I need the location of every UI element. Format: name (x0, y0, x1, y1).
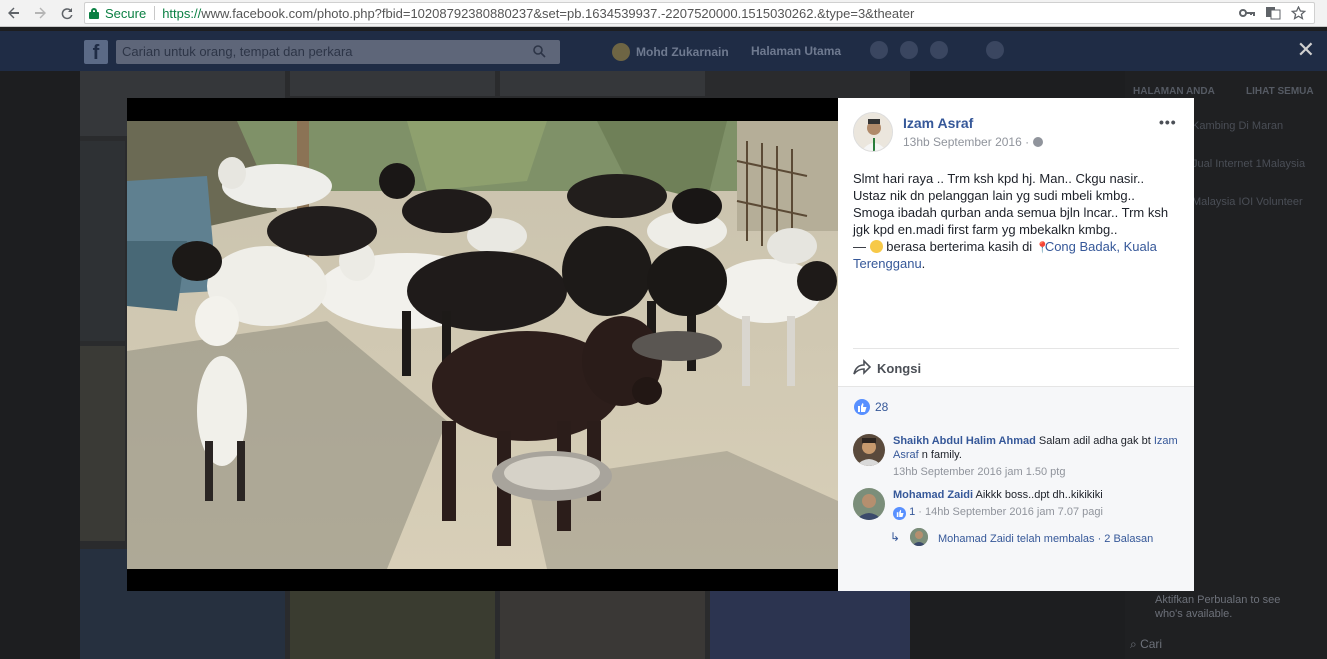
avatar (910, 528, 928, 546)
chat-offline-notice: Aktifkan Perbualan to see who's availabl… (1155, 594, 1281, 620)
commenter-name[interactable]: Shaikh Abdul Halim Ahmad (893, 435, 1036, 447)
goats-photo[interactable] (127, 121, 838, 569)
location-pin-icon: 📍 (1035, 242, 1050, 254)
secure-label: Secure (105, 5, 147, 21)
comment-meta: 1 · 14hb September 2016 jam 7.07 pagi (893, 505, 1178, 520)
author-avatar[interactable] (853, 112, 893, 152)
lock-icon (89, 7, 99, 19)
url-text: https://www.facebook.com/photo.php?fbid=… (162, 5, 915, 21)
like-icon (893, 506, 906, 520)
address-bar[interactable]: Secure https://www.facebook.com/photo.ph… (84, 2, 1315, 24)
search-icon: ⌕ (1130, 637, 1137, 651)
see-all-link[interactable]: LIHAT SEMUA (1246, 86, 1314, 97)
home-link[interactable]: Halaman Utama (751, 44, 841, 58)
browser-toolbar: Secure https://www.facebook.com/photo.ph… (0, 0, 1327, 27)
chat-search[interactable]: ⌕ Cari (1130, 637, 1162, 652)
close-icon[interactable]: ✕ (1297, 39, 1315, 61)
share-button[interactable]: Kongsi (853, 359, 921, 378)
post-text: Slmt hari raya .. Trm ksh kpd hj. Man.. … (853, 171, 1169, 271)
smile-emoji-icon (869, 240, 883, 253)
photo-stage (127, 98, 838, 591)
back-icon[interactable] (2, 1, 26, 25)
post-author-link[interactable]: Izam Asraf (903, 115, 973, 131)
avatar (612, 43, 630, 61)
friend-requests-icon[interactable] (870, 41, 888, 59)
commenter-name[interactable]: Mohamad Zaidi (893, 489, 973, 501)
comment-timestamp[interactable]: · 14hb September 2016 jam 7.07 pagi (915, 506, 1103, 518)
reload-icon[interactable] (55, 1, 79, 25)
avatar[interactable] (853, 434, 885, 466)
comment-item: Mohamad Zaidi Aikkk boss..dpt dh..kikiki… (853, 488, 1183, 528)
post-timestamp[interactable]: 13hb September 2016 · (903, 135, 1044, 149)
share-icon (853, 359, 872, 378)
translate-icon[interactable] (1265, 6, 1281, 23)
forward-icon[interactable] (28, 1, 52, 25)
more-options-icon[interactable]: ••• (1159, 114, 1177, 130)
comment-item: Shaikh Abdul Halim Ahmad Salam adil adha… (853, 434, 1183, 482)
divider (853, 348, 1179, 349)
messages-icon[interactable] (900, 41, 918, 59)
bookmark-star-icon[interactable] (1290, 5, 1307, 23)
notifications-icon[interactable] (930, 41, 948, 59)
help-icon[interactable] (986, 41, 1004, 59)
like-summary[interactable]: 28 (854, 399, 888, 415)
search-input[interactable]: Carian untuk orang, tempat dan perkara (116, 40, 560, 64)
globe-icon (1033, 137, 1044, 147)
profile-link[interactable]: Mohd Zukarnain (612, 43, 729, 61)
reply-summary-text[interactable]: Mohamad Zaidi telah membalas · 2 Balasan (938, 530, 1158, 548)
like-icon (854, 399, 870, 415)
facebook-top-bar: f Carian untuk orang, tempat dan perkara… (0, 31, 1327, 71)
reply-arrow-icon: ↳ (890, 530, 901, 544)
avatar[interactable] (853, 488, 885, 520)
comment-timestamp[interactable]: 13hb September 2016 jam 1.50 ptg (893, 465, 1178, 479)
facebook-logo-icon[interactable]: f (84, 40, 108, 64)
key-icon[interactable] (1239, 6, 1255, 23)
search-icon[interactable] (533, 40, 546, 66)
sidebar-heading-pages: HALAMAN ANDA (1133, 86, 1215, 97)
